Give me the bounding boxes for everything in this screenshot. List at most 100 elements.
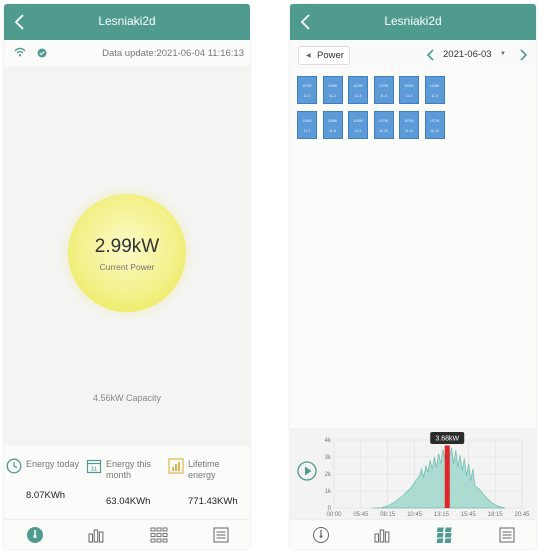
panel-power: 107W: [429, 119, 440, 123]
panel-id: 11-3: [354, 94, 362, 98]
phone-screen-panels: Lesniaki2d ◀ Power 2021-06-03 ▼ 107W 11-1…: [290, 4, 536, 549]
solar-panel-tile[interactable]: 107W 11-1: [297, 76, 317, 104]
bottom-tab-bar: [290, 519, 536, 549]
x-tick-label: 00:00: [326, 512, 342, 518]
panel-power: 104W: [302, 119, 312, 123]
dropdown-triangle-icon: ◀: [306, 53, 311, 59]
status-row: Data update:2021-06-04 11:16:13: [4, 46, 250, 62]
tab-statistics-bar-chart-icon[interactable]: [87, 526, 105, 544]
panel-power: 102W: [353, 84, 363, 88]
current-power-label: Current Power: [99, 262, 155, 272]
x-tick-label: 13:15: [434, 512, 450, 518]
metric-select-label: Power: [317, 50, 344, 61]
y-tick-label: 4k: [325, 438, 332, 444]
panel-id: 11-7: [303, 129, 311, 133]
power-overview-area: 2.99kW Current Power 4.56kW Capacity: [4, 66, 250, 446]
x-tick-label: 05:45: [353, 512, 369, 518]
solar-panel-tile[interactable]: 107W 11-10: [373, 111, 394, 139]
controls-row: ◀ Power 2021-06-03 ▼: [290, 44, 536, 70]
y-tick-label: 3k: [325, 455, 332, 461]
bottom-tab-bar: [4, 519, 250, 549]
current-power-gauge: 2.99kW Current Power: [68, 194, 186, 312]
verified-check-icon: [37, 48, 47, 58]
tab-list-icon[interactable]: [212, 526, 230, 544]
capacity-label: 4.56kW Capacity: [92, 393, 162, 403]
tab-statistics-bar-chart-icon[interactable]: [373, 526, 391, 544]
solar-panel-tile[interactable]: 102W 11-2: [322, 76, 343, 104]
stat-value: 771.43KWh: [188, 496, 238, 507]
panel-id: 11-8: [329, 129, 336, 133]
y-tick-label: 1k: [325, 489, 332, 495]
data-update-time: Data update:2021-06-04 11:16:13: [102, 48, 244, 59]
solar-panel-tile[interactable]: 102W 11-6: [424, 76, 445, 104]
y-tick-label: 2k: [325, 472, 332, 478]
panel-power: 106W: [353, 119, 363, 123]
panel-power: 107W: [378, 84, 389, 88]
energy-stats: Energy today 8.07KWh 31 Energy this mont…: [4, 450, 250, 510]
power-chart-area: 0 1k 2k 3k 4k 00:00 05:45 08:15 10:45 13:15 15:45 1…: [290, 428, 536, 520]
solar-panel-tile[interactable]: 107W 11-12: [424, 111, 445, 139]
tab-list-icon[interactable]: [498, 526, 516, 544]
current-power-value: 2.99kW: [94, 236, 160, 257]
stat-value: 63.04KWh: [106, 496, 151, 507]
panel-power: 106W: [327, 119, 338, 123]
next-day-arrow-icon[interactable]: [518, 48, 528, 62]
previous-day-arrow-icon[interactable]: [426, 48, 436, 62]
tab-panels-grid-icon[interactable]: [150, 526, 168, 544]
x-tick-label: 10:45: [407, 512, 423, 518]
panel-id: 11-5: [405, 94, 413, 98]
phone-screen-overview: Lesniaki2d Data update:2021-06-04 11:16:…: [4, 4, 250, 549]
panel-power: 102W: [429, 84, 440, 88]
power-area-series: [372, 445, 505, 509]
solar-panel-tile[interactable]: 102W 11-3: [348, 76, 368, 104]
date-picker[interactable]: 2021-06-03 ▼: [424, 46, 528, 65]
selected-time-marker: [444, 445, 450, 508]
play-button-icon[interactable]: [297, 461, 317, 481]
panel-id: 11-9: [354, 129, 362, 133]
solar-panel-tile[interactable]: 107W 11-4: [373, 76, 394, 104]
calendar-icon: 31: [86, 459, 102, 474]
date-dropdown-icon: ▼: [500, 51, 506, 57]
app-bar: Lesniaki2d: [290, 4, 536, 40]
stat-label-line1: Energy this: [106, 459, 152, 469]
calendar-day: 31: [91, 467, 98, 473]
tab-overview-gauge-icon[interactable]: [312, 526, 330, 544]
app-bar: Lesniaki2d: [4, 4, 250, 40]
wifi-icon: [14, 47, 26, 57]
tooltip-value: 3.68kW: [435, 436, 459, 443]
panel-id: 11-12: [430, 129, 439, 133]
panel-power: 102W: [327, 84, 338, 88]
bar-chart-icon: [168, 458, 184, 474]
panel-id: 11-10: [379, 129, 388, 133]
x-tick-label: 15:45: [461, 512, 477, 518]
panel-id: 11-4: [380, 94, 387, 98]
page-title: Lesniaki2d: [98, 14, 156, 28]
stat-label: Energy today: [26, 459, 80, 469]
panel-power: 107W: [378, 119, 389, 123]
daily-power-chart: 01k2k3k4k00:00 05:45 08:15 10:45 13:15 15:45 1…: [325, 432, 530, 518]
solar-panel-tile[interactable]: 106W 11-9: [348, 111, 368, 139]
x-tick-label: 08:15: [380, 512, 396, 518]
stat-label-line2: month: [106, 470, 132, 480]
solar-panel-tile[interactable]: 104W 11-7: [297, 111, 317, 139]
solar-panel-tile[interactable]: 106W 11-8: [322, 111, 343, 139]
panel-power: 107W: [404, 119, 414, 123]
solar-panel-tile[interactable]: 102W 11-5: [399, 76, 419, 104]
stat-label-line1: Lifetime: [188, 459, 220, 469]
panel-id: 11-2: [329, 94, 336, 98]
page-title: Lesniaki2d: [384, 14, 442, 28]
panel-id: 11-1: [303, 94, 311, 98]
x-tick-label: 20:45: [514, 512, 530, 518]
panel-power: 102W: [404, 84, 414, 88]
tab-panels-grid-icon[interactable]: [436, 526, 454, 544]
stat-label-line2: energy: [188, 470, 216, 480]
selected-date[interactable]: 2021-06-03: [443, 49, 492, 60]
panel-power: 107W: [302, 84, 312, 88]
clock-icon: [6, 458, 22, 474]
stat-value: 8.07KWh: [26, 490, 66, 501]
tab-overview-gauge-icon[interactable]: [26, 526, 44, 544]
solar-panel-tile[interactable]: 107W 11-11: [399, 111, 419, 139]
metric-select-button[interactable]: ◀ Power: [298, 46, 350, 65]
panel-id: 11-6: [431, 94, 438, 98]
x-tick-label: 18:15: [488, 512, 504, 518]
